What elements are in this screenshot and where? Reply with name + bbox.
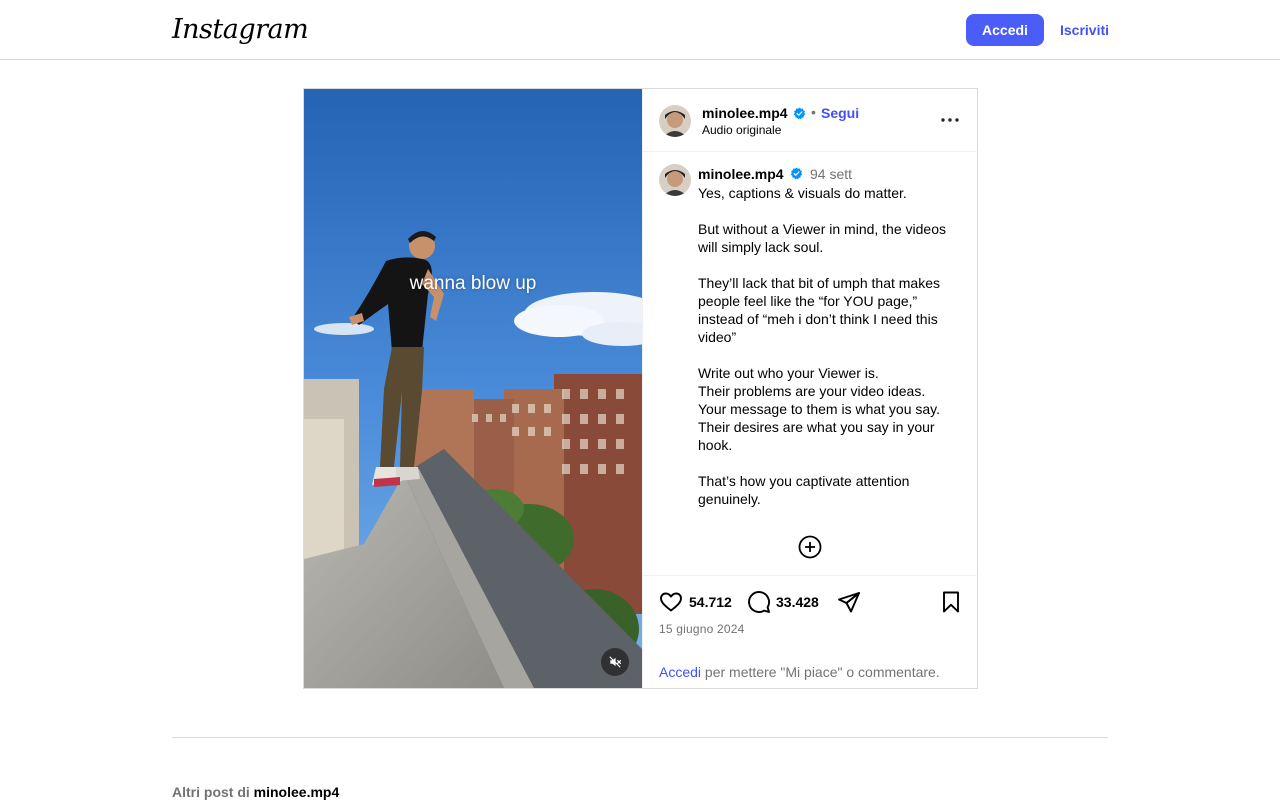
bookmark-icon[interactable] (939, 590, 963, 614)
comment-icon[interactable] (747, 590, 771, 614)
post-header: minolee.mp4 • Segui Audio originale (643, 89, 978, 152)
share-icon[interactable] (837, 590, 861, 614)
author-username[interactable]: minolee.mp4 (702, 105, 788, 121)
mute-button[interactable] (601, 648, 629, 676)
audio-label[interactable]: Audio originale (702, 123, 781, 137)
section-divider (172, 737, 1108, 738)
caption-username[interactable]: minolee.mp4 (698, 166, 784, 182)
avatar-image (659, 164, 691, 196)
more-posts-prefix: Altri post di (172, 784, 254, 800)
avatar[interactable] (659, 164, 691, 196)
verified-badge-icon (793, 107, 806, 120)
avatar-image (659, 105, 691, 137)
login-prompt: Accedi per mettere "Mi piace" o commenta… (659, 664, 940, 680)
signup-link[interactable]: Iscriviti (1060, 22, 1109, 38)
like-count[interactable]: 54.712 (689, 594, 732, 610)
post-video[interactable]: wanna blow up (304, 89, 642, 688)
load-more-comments-icon[interactable] (798, 535, 822, 559)
video-frame (304, 89, 642, 688)
caption-area: minolee.mp4 94 sett Yes, captions & visu… (643, 152, 978, 575)
avatar[interactable] (659, 105, 691, 137)
post-sidebar: minolee.mp4 • Segui Audio originale mino… (642, 89, 978, 688)
caption-timestamp[interactable]: 94 sett (810, 166, 852, 182)
heart-icon[interactable] (659, 590, 683, 614)
post-date[interactable]: 15 giugno 2024 (659, 622, 745, 636)
comment-count[interactable]: 33.428 (776, 594, 819, 610)
verified-badge-icon (790, 167, 803, 180)
post-actions: 54.712 33.428 15 giugno 2024 Accedi per … (643, 575, 978, 688)
speaker-muted-icon (609, 656, 622, 668)
caption-text: Yes, captions & visuals do matter. But w… (698, 185, 946, 507)
post-card: wanna blow up minolee.mp4 • Segui Audio … (303, 88, 978, 689)
more-options-icon[interactable] (939, 111, 961, 129)
login-prompt-text: per mettere "Mi piace" o commentare. (701, 664, 940, 680)
login-button[interactable]: Accedi (966, 14, 1044, 46)
more-posts-username[interactable]: minolee.mp4 (254, 784, 340, 800)
more-posts-heading: Altri post di minolee.mp4 (172, 784, 339, 800)
top-bar: Instagram Accedi Iscriviti (0, 0, 1280, 60)
login-prompt-link[interactable]: Accedi (659, 664, 701, 680)
video-overlay-text: wanna blow up (409, 273, 537, 294)
instagram-logo[interactable]: Instagram (172, 14, 309, 45)
follow-button[interactable]: Segui (821, 105, 859, 121)
separator-dot: • (811, 104, 816, 120)
